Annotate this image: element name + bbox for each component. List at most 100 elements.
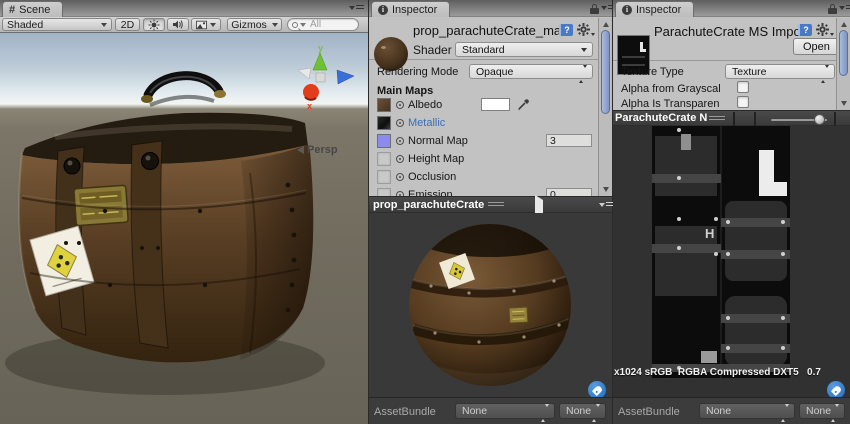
assetbundle-label: AssetBundle	[374, 406, 436, 418]
normal-map-scale-field[interactable]: 3	[546, 134, 592, 147]
sun-icon	[148, 19, 160, 31]
enum-arrows-icon	[821, 68, 829, 80]
texture-type-label: Texture Type	[621, 66, 684, 78]
assetbundle-label: AssetBundle	[618, 406, 680, 418]
scene-tabbar: # Scene	[0, 0, 368, 17]
eyedropper-icon[interactable]	[516, 98, 530, 112]
scroll-down-arrow[interactable]	[603, 187, 609, 192]
scene-orientation-gizmo[interactable]: y x	[292, 42, 356, 110]
axis-y-cone	[313, 53, 327, 70]
material-preview-viewport[interactable]	[369, 213, 612, 397]
scroll-down-arrow[interactable]	[841, 101, 847, 106]
scrollbar-thumb[interactable]	[839, 30, 848, 76]
axis-z-cone	[337, 70, 354, 84]
object-picker-icon[interactable]	[396, 137, 404, 145]
chevron-down-icon	[272, 23, 278, 27]
texture-type-dropdown[interactable]: Texture	[725, 64, 835, 79]
audio-toggle-button[interactable]	[167, 18, 189, 31]
map-row-albedo[interactable]: Albedo	[369, 97, 598, 115]
preview-menu-icon[interactable]	[599, 202, 614, 208]
height-map-texture-thumb[interactable]	[377, 152, 391, 166]
object-picker-icon[interactable]	[396, 173, 404, 181]
texture-preview-viewport[interactable]: H	[613, 126, 850, 397]
shader-dropdown[interactable]: Standard	[455, 42, 593, 57]
scrollbar-thumb[interactable]	[601, 30, 610, 114]
chevron-down-icon	[581, 48, 587, 52]
emission-value-field[interactable]: 0	[546, 188, 592, 196]
albedo-color-swatch[interactable]	[481, 98, 510, 111]
mip-slider-knob[interactable]	[814, 114, 825, 125]
scroll-up-arrow[interactable]	[603, 22, 609, 27]
assetbundle-variant-dropdown[interactable]: None	[559, 403, 606, 419]
assetbundle-name-dropdown[interactable]: None	[699, 403, 795, 419]
assetbundle-variant-dropdown[interactable]: None	[799, 403, 845, 419]
alpha-is-transparent-label: Alpha Is Transparen	[621, 98, 719, 110]
lighting-toggle-button[interactable]	[143, 18, 165, 31]
texture-info-line: x1024 sRGB RGBA Compressed DXT5 0.7	[614, 367, 848, 378]
2d-toggle-button[interactable]: 2D	[115, 18, 140, 31]
alpha-is-transparent-checkbox[interactable]	[737, 96, 749, 108]
object-picker-icon[interactable]	[396, 101, 404, 109]
tab-inspector-texture[interactable]: i Inspector	[615, 1, 694, 17]
axis-y-label: y	[318, 43, 323, 53]
lock-icon[interactable]	[828, 4, 837, 14]
map-row-normal[interactable]: Normal Map 3	[369, 133, 598, 151]
inspector-scrollbar[interactable]	[598, 18, 612, 196]
emission-texture-thumb[interactable]	[377, 188, 391, 196]
material-header: prop_parachuteCrate_mat ? Shader Standar…	[369, 17, 612, 60]
inspector-panel-menu-icon[interactable]	[839, 5, 850, 11]
help-icon[interactable]: ?	[559, 24, 573, 36]
open-button[interactable]: Open	[793, 38, 840, 55]
gear-icon[interactable]	[816, 23, 834, 36]
axis-x-label: x	[307, 101, 312, 110]
alpha-from-grayscale-checkbox[interactable]	[737, 81, 749, 93]
material-preview-header[interactable]: prop_parachuteCrate	[369, 196, 612, 213]
texture-preview-header[interactable]: ParachuteCrate N	[613, 110, 850, 126]
scene-toolbar: Shaded 2D	[0, 17, 368, 33]
object-picker-icon[interactable]	[396, 119, 404, 127]
metallic-texture-thumb[interactable]	[377, 116, 391, 130]
preview-drag-handle[interactable]	[709, 116, 725, 121]
gizmos-label: Gizmos	[231, 19, 267, 31]
map-row-metallic[interactable]: Metallic	[369, 115, 598, 133]
normal-map-texture-thumb[interactable]	[377, 134, 391, 148]
map-row-height[interactable]: Height Map	[369, 151, 598, 169]
occlusion-texture-thumb[interactable]	[377, 170, 391, 184]
inspector-tab-icon: i	[378, 5, 388, 15]
scene-tab-label: Scene	[19, 4, 50, 16]
albedo-texture-thumb[interactable]	[377, 98, 391, 112]
tab-scene[interactable]: # Scene	[2, 1, 63, 17]
preview-drag-handle[interactable]	[488, 202, 504, 207]
scene-panel: # Scene Shaded 2D	[0, 0, 368, 424]
perspective-mode-label[interactable]: Persp	[297, 144, 338, 156]
shader-label: Shader	[413, 43, 452, 57]
map-row-emission[interactable]: Emission 0	[369, 187, 598, 196]
object-picker-icon[interactable]	[396, 155, 404, 163]
gear-icon[interactable]	[577, 23, 595, 36]
enum-arrows-icon	[579, 68, 587, 80]
scene-search-input[interactable]: All	[287, 18, 359, 31]
main-maps-list: Albedo Metallic Normal Map 3 Height Map	[369, 97, 598, 196]
gizmos-dropdown[interactable]: Gizmos	[227, 18, 282, 31]
tab-inspector-material[interactable]: i Inspector	[371, 1, 450, 17]
material-inspector-tabbar: i Inspector	[369, 0, 612, 17]
rendering-mode-dropdown[interactable]: Opaque	[469, 64, 593, 79]
alpha-from-grayscale-label: Alpha from Grayscal	[621, 83, 721, 95]
enum-arrows-icon	[592, 407, 600, 419]
map-row-occlusion[interactable]: Occlusion	[369, 169, 598, 187]
assetbundle-name-dropdown[interactable]: None	[455, 403, 555, 419]
scene-panel-menu-icon[interactable]	[349, 5, 364, 11]
svg-text:H: H	[705, 226, 714, 241]
search-filter-value: All	[310, 19, 321, 30]
texture-inspector-tabbar: i Inspector	[613, 0, 850, 17]
inspector-scrollbar[interactable]	[836, 18, 850, 110]
help-icon[interactable]: ?	[798, 24, 812, 36]
scroll-up-arrow[interactable]	[841, 22, 847, 27]
shading-mode-dropdown[interactable]: Shaded	[2, 18, 112, 31]
chevron-down-icon	[210, 23, 216, 27]
effects-toggle-button[interactable]	[191, 18, 221, 31]
texture-preview-title: ParachuteCrate N	[613, 112, 707, 124]
lock-icon[interactable]	[590, 4, 599, 14]
material-preview-sphere	[369, 213, 612, 397]
scene-viewport[interactable]: y x Persp	[0, 33, 368, 424]
